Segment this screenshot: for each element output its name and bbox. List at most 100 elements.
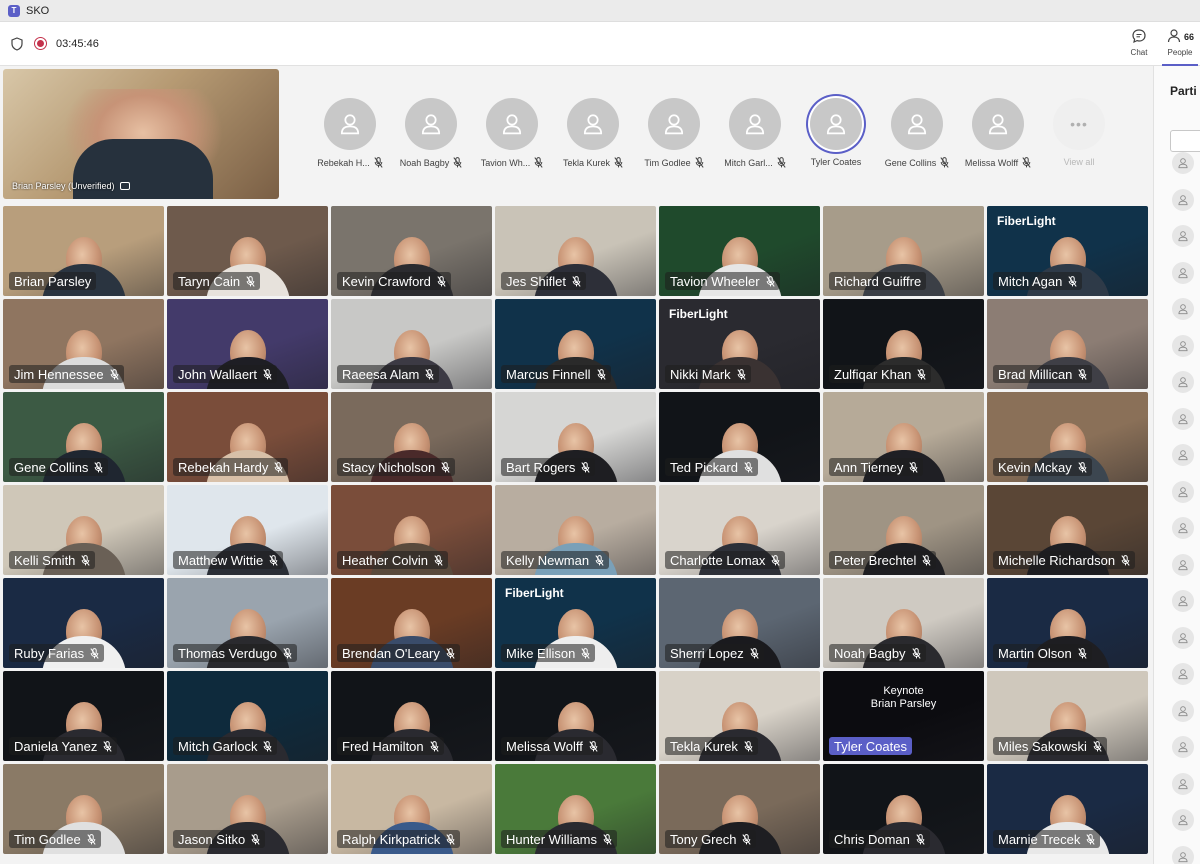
people-list-avatar[interactable] [1172,225,1194,247]
video-tile[interactable]: Tony Grech [659,764,820,854]
strip-participant[interactable]: Noah Bagby [391,98,471,168]
video-tile[interactable]: Keynote Brian Parsley Tyler Coates [823,671,984,761]
video-tile[interactable]: Matthew Wittie [167,485,328,575]
participant-name-text: Thomas Verdugo [178,645,278,661]
background-logo: FiberLight [505,586,564,600]
video-tile[interactable]: Stacy Nicholson [331,392,492,482]
video-tile[interactable]: Miles Sakowski [987,671,1148,761]
video-tile[interactable]: Brendan O'Leary [331,578,492,668]
video-tile[interactable]: John Wallaert [167,299,328,389]
video-tile[interactable]: Chris Doman [823,764,984,854]
people-list-avatar[interactable] [1172,188,1194,211]
strip-participant[interactable]: Tavion Wh... [472,98,552,168]
video-tile[interactable]: FiberLight Mike Ellison [495,578,656,668]
shield-icon[interactable] [10,36,24,51]
strip-participant[interactable]: Melissa Wolff [958,98,1038,168]
video-tile[interactable]: Rebekah Hardy [167,392,328,482]
mic-muted-icon [737,368,746,380]
video-tile[interactable]: Ann Tierney [823,392,984,482]
participant-name-text: Tyler Coates [810,157,862,167]
strip-participant[interactable]: Rebekah H... [310,98,390,168]
video-tile[interactable]: Ruby Farias [3,578,164,668]
people-search-input[interactable] [1170,130,1200,152]
people-list-avatar[interactable] [1172,407,1194,430]
strip-participant[interactable]: Tekla Kurek [553,98,633,168]
people-list-avatar[interactable] [1172,371,1194,393]
video-tile[interactable]: Fred Hamilton [331,671,492,761]
video-tile[interactable]: Hunter Williams [495,764,656,854]
person-icon [1178,742,1188,753]
strip-participant[interactable]: Tim Godlee [634,98,714,168]
people-list-avatar[interactable] [1172,444,1194,466]
video-tile[interactable]: Jim Hennessee [3,299,164,389]
video-tile[interactable]: Kelli Smith [3,485,164,575]
chat-button[interactable]: Chat [1124,28,1154,62]
video-tile[interactable]: Michelle Richardson [987,485,1148,575]
video-tile[interactable]: Bart Rogers [495,392,656,482]
video-tile[interactable]: Kevin Mckay [987,392,1148,482]
video-tile[interactable]: Zulfiqar Khan [823,299,984,389]
video-tile-name: Kevin Mckay [993,458,1092,476]
people-list-avatar[interactable] [1172,626,1194,649]
people-list-avatar[interactable] [1172,772,1194,795]
video-tile[interactable]: Ted Pickard [659,392,820,482]
video-tile[interactable]: Raeesa Alam [331,299,492,389]
video-tile[interactable]: Noah Bagby [823,578,984,668]
participant-name-text: Marcus Finnell [506,366,591,382]
people-list-avatar[interactable] [1172,736,1194,758]
strip-participant[interactable]: Gene Collins [877,98,957,168]
people-list-avatar[interactable] [1172,809,1194,831]
video-tile[interactable]: Jes Shiflet [495,206,656,296]
self-view-video[interactable]: Brian Parsley (Unverified) [3,69,279,199]
people-list-avatar[interactable] [1172,298,1194,320]
people-list-avatar[interactable] [1172,480,1194,503]
people-list-avatar[interactable] [1172,699,1194,722]
video-tile[interactable]: Kevin Crawford [331,206,492,296]
video-tile[interactable]: Marnie Trecek [987,764,1148,854]
video-tile[interactable]: Melissa Wolff [495,671,656,761]
people-list-avatar[interactable] [1172,261,1194,284]
video-tile[interactable]: Brad Millican [987,299,1148,389]
people-count: 66 [1184,32,1195,42]
people-list [1172,152,1196,864]
mic-muted-icon [1121,554,1130,566]
video-tile[interactable]: Taryn Cain [167,206,328,296]
strip-participant[interactable]: Tyler Coates [796,98,876,167]
video-tile-name: Brian Parsley [9,272,97,290]
people-list-avatar[interactable] [1172,663,1194,685]
video-tile[interactable]: Thomas Verdugo [167,578,328,668]
video-tile[interactable]: Marcus Finnell [495,299,656,389]
video-tile[interactable]: Tavion Wheeler [659,206,820,296]
video-tile[interactable]: Tekla Kurek [659,671,820,761]
video-tile[interactable]: Jason Sitko [167,764,328,854]
video-tile[interactable]: Ralph Kirkpatrick [331,764,492,854]
mic-muted-icon [916,833,925,845]
people-button[interactable]: 66 People [1160,28,1200,66]
strip-participant[interactable]: Mitch Garl... [715,98,795,168]
people-list-avatar[interactable] [1172,517,1194,539]
video-tile-name: Mitch Garlock [173,737,278,755]
participant-avatar [324,98,376,150]
video-tile[interactable]: Sherri Lopez [659,578,820,668]
video-tile[interactable]: Mitch Garlock [167,671,328,761]
video-tile[interactable]: Richard Guiffre [823,206,984,296]
video-tile[interactable]: Kelly Newman [495,485,656,575]
unverified-icon [119,182,130,190]
video-tile[interactable]: Daniela Yanez [3,671,164,761]
video-tile[interactable]: Peter Brechtel [823,485,984,575]
video-tile[interactable]: Brian Parsley [3,206,164,296]
video-tile[interactable]: Charlotte Lomax [659,485,820,575]
view-all-button[interactable]: ••• View all [1039,98,1119,167]
participant-name-text: Mitch Garlock [178,738,258,754]
video-tile[interactable]: Martin Olson [987,578,1148,668]
video-tile[interactable]: Heather Colvin [331,485,492,575]
people-list-avatar[interactable] [1172,152,1194,174]
people-list-avatar[interactable] [1172,845,1194,864]
video-tile[interactable]: Gene Collins [3,392,164,482]
video-tile[interactable]: FiberLight Nikki Mark [659,299,820,389]
people-list-avatar[interactable] [1172,334,1194,357]
people-list-avatar[interactable] [1172,553,1194,576]
video-tile[interactable]: FiberLight Mitch Agan [987,206,1148,296]
people-list-avatar[interactable] [1172,590,1194,612]
video-tile[interactable]: Tim Godlee [3,764,164,854]
